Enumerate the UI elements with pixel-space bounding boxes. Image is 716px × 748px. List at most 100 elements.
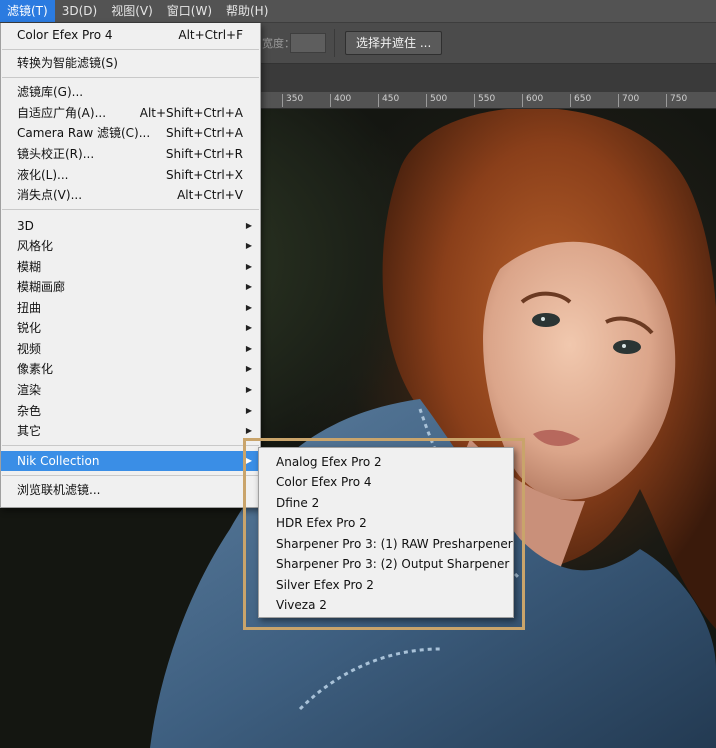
menu-item-shortcut: Alt+Ctrl+V — [177, 188, 243, 202]
submenu-arrow-icon: ▶ — [245, 426, 252, 435]
menu-item-lens-correction[interactable]: 镜头校正(R)... Shift+Ctrl+R — [1, 144, 260, 164]
menu-item-label: 视频 — [17, 342, 42, 356]
submenu-item-label: Viveza 2 — [276, 598, 327, 612]
menu-item-label: 模糊画廊 — [17, 280, 66, 294]
menu-divider — [2, 49, 259, 50]
ruler-tick: 500 — [426, 94, 447, 107]
menu-item-label: 液化(L)... — [17, 168, 69, 182]
submenu-arrow-icon: ▶ — [245, 344, 252, 353]
menu-item-camera-raw[interactable]: Camera Raw 滤镜(C)... Shift+Ctrl+A — [1, 123, 260, 143]
menu-item-shortcut: Shift+Ctrl+R — [165, 147, 243, 161]
menu-item-noise[interactable]: 杂色 ▶ — [1, 401, 260, 421]
submenu-item-viveza[interactable]: Viveza 2 — [259, 595, 513, 615]
menu-item-video[interactable]: 视频 ▶ — [1, 339, 260, 359]
menu-item-distort[interactable]: 扭曲 ▶ — [1, 298, 260, 318]
submenu-arrow-icon: ▶ — [245, 456, 252, 465]
menu-item-label: 渲染 — [17, 383, 42, 397]
menu-item-shortcut: Shift+Ctrl+A — [166, 126, 243, 140]
menu-item-convert-smart-filter[interactable]: 转换为智能滤镜(S) — [1, 53, 260, 73]
ruler-tick: 750 — [666, 94, 687, 107]
ruler-tick: 550 — [474, 94, 495, 107]
menu-item-blur[interactable]: 模糊 ▶ — [1, 257, 260, 277]
submenu-item-silver-efex[interactable]: Silver Efex Pro 2 — [259, 575, 513, 595]
menu-item-sharpen[interactable]: 锐化 ▶ — [1, 318, 260, 338]
menu-item-label: Nik Collection — [17, 454, 100, 468]
menu-item-shortcut: Shift+Ctrl+X — [166, 168, 243, 182]
filter-menu: Color Efex Pro 4 Alt+Ctrl+F 转换为智能滤镜(S) 滤… — [0, 23, 261, 508]
menu-item-filter-gallery[interactable]: 滤镜库(G)... — [1, 82, 260, 102]
ruler-tick: 400 — [330, 94, 351, 107]
ruler-tick: 600 — [522, 94, 543, 107]
options-separator — [334, 29, 335, 57]
menu-item-liquify[interactable]: 液化(L)... Shift+Ctrl+X — [1, 165, 260, 185]
menu-item-label: 镜头校正(R)... — [17, 147, 95, 161]
submenu-arrow-icon: ▶ — [245, 262, 252, 271]
menu-item-label: 浏览联机滤镜... — [17, 483, 101, 497]
submenu-item-label: Sharpener Pro 3: (2) Output Sharpener — [276, 557, 510, 571]
menu-item-label: 自适应广角(A)... — [17, 106, 107, 120]
menu-item-label: Color Efex Pro 4 — [17, 28, 113, 42]
menu-view[interactable]: 视图(V) — [104, 0, 160, 22]
menu-item-label: 转换为智能滤镜(S) — [17, 56, 118, 70]
submenu-arrow-icon: ▶ — [245, 241, 252, 250]
ruler-tick: 350 — [282, 94, 303, 107]
menu-item-vanishing-point[interactable]: 消失点(V)... Alt+Ctrl+V — [1, 185, 260, 205]
menu-item-other[interactable]: 其它 ▶ — [1, 421, 260, 441]
menu-divider — [2, 77, 259, 78]
menu-window[interactable]: 窗口(W) — [160, 0, 219, 22]
menu-item-label: 风格化 — [17, 239, 54, 253]
menu-item-blur-gallery[interactable]: 模糊画廊 ▶ — [1, 277, 260, 297]
width-field[interactable] — [290, 33, 326, 53]
menu-item-browse-online-filters[interactable]: 浏览联机滤镜... — [1, 480, 260, 500]
ruler-tick: 450 — [378, 94, 399, 107]
submenu-item-output-sharpener[interactable]: Sharpener Pro 3: (2) Output Sharpener — [259, 554, 513, 574]
menu-item-pixelate[interactable]: 像素化 ▶ — [1, 359, 260, 379]
submenu-item-hdr-efex[interactable]: HDR Efex Pro 2 — [259, 513, 513, 533]
menu-bar: 滤镜(T) 3D(D) 视图(V) 窗口(W) 帮助(H) — [0, 0, 716, 23]
menu-item-adaptive-wide-angle[interactable]: 自适应广角(A)... Alt+Shift+Ctrl+A — [1, 103, 260, 123]
submenu-item-dfine[interactable]: Dfine 2 — [259, 493, 513, 513]
submenu-item-label: Analog Efex Pro 2 — [276, 455, 382, 469]
submenu-arrow-icon: ▶ — [245, 303, 252, 312]
menu-item-nik-collection[interactable]: Nik Collection ▶ — [1, 451, 260, 471]
submenu-item-raw-presharpener[interactable]: Sharpener Pro 3: (1) RAW Presharpener — [259, 534, 513, 554]
submenu-arrow-icon: ▶ — [245, 221, 252, 230]
right-eye — [613, 340, 641, 354]
menu-item-label: 模糊 — [17, 260, 42, 274]
menu-item-label: 滤镜库(G)... — [17, 85, 84, 99]
menu-item-label: 3D — [17, 219, 34, 233]
menu-item-label: 扭曲 — [17, 301, 42, 315]
menu-item-label: Camera Raw 滤镜(C)... — [17, 126, 151, 140]
menu-item-shortcut: Alt+Ctrl+F — [178, 28, 243, 42]
submenu-item-analog-efex[interactable]: Analog Efex Pro 2 — [259, 452, 513, 472]
submenu-arrow-icon: ▶ — [245, 282, 252, 291]
submenu-item-label: HDR Efex Pro 2 — [276, 516, 367, 530]
menu-help[interactable]: 帮助(H) — [219, 0, 275, 22]
nik-collection-submenu: Analog Efex Pro 2 Color Efex Pro 4 Dfine… — [258, 447, 514, 618]
menu-item-label: 杂色 — [17, 404, 42, 418]
submenu-item-label: Color Efex Pro 4 — [276, 475, 372, 489]
submenu-arrow-icon: ▶ — [245, 323, 252, 332]
menu-item-last-filter[interactable]: Color Efex Pro 4 Alt+Ctrl+F — [1, 25, 260, 45]
menu-divider — [2, 475, 259, 476]
submenu-arrow-icon: ▶ — [245, 406, 252, 415]
menu-item-3d[interactable]: 3D ▶ — [1, 216, 260, 236]
menu-item-label: 锐化 — [17, 321, 42, 335]
menu-item-label: 其它 — [17, 424, 42, 438]
menu-item-shortcut: Alt+Shift+Ctrl+A — [139, 106, 243, 120]
submenu-item-color-efex[interactable]: Color Efex Pro 4 — [259, 472, 513, 492]
select-and-mask-button[interactable]: 选择并遮住 ... — [345, 31, 443, 55]
submenu-item-label: Dfine 2 — [276, 496, 320, 510]
ruler-tick: 650 — [570, 94, 591, 107]
menu-item-render[interactable]: 渲染 ▶ — [1, 380, 260, 400]
menu-item-label: 像素化 — [17, 362, 54, 376]
menu-item-stylize[interactable]: 风格化 ▶ — [1, 236, 260, 256]
submenu-item-label: Silver Efex Pro 2 — [276, 578, 374, 592]
menu-filter[interactable]: 滤镜(T) — [0, 0, 55, 22]
submenu-arrow-icon: ▶ — [245, 364, 252, 373]
ruler-tick: 700 — [618, 94, 639, 107]
menu-item-label: 消失点(V)... — [17, 188, 83, 202]
menu-3d[interactable]: 3D(D) — [55, 0, 104, 22]
menu-divider — [2, 209, 259, 210]
submenu-item-label: Sharpener Pro 3: (1) RAW Presharpener — [276, 537, 513, 551]
